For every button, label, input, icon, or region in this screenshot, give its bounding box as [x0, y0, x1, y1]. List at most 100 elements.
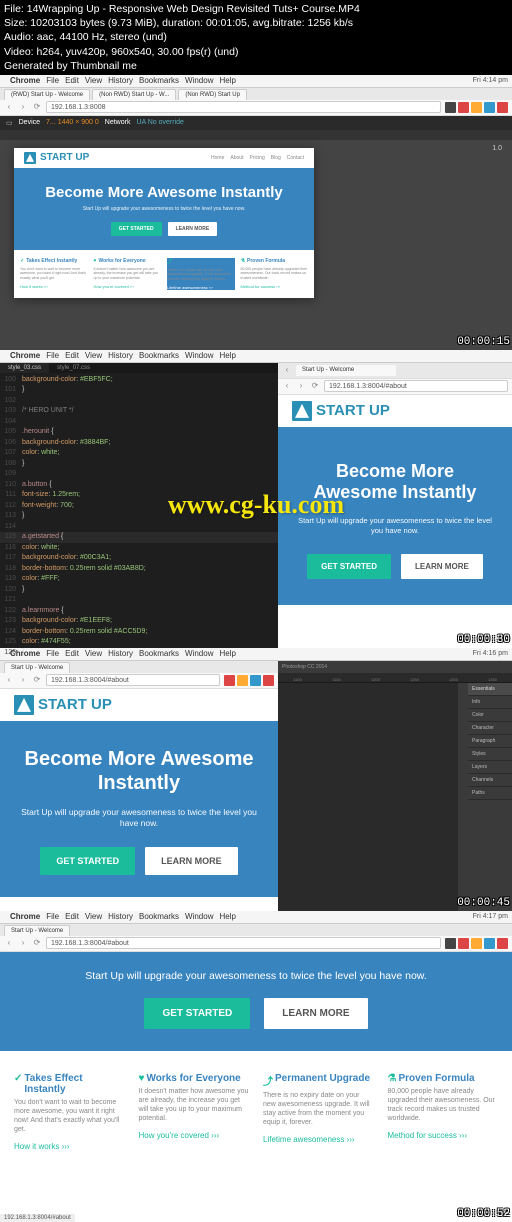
forward-icon[interactable]: › [296, 381, 306, 391]
ps-panel[interactable]: Layers [468, 761, 512, 774]
menu-edit[interactable]: Edit [65, 351, 79, 360]
back-icon[interactable]: ‹ [4, 102, 14, 112]
ext-icon[interactable] [237, 675, 248, 686]
menu-view[interactable]: View [85, 76, 102, 85]
nav-home[interactable]: Home [211, 155, 224, 161]
nav-about[interactable]: About [230, 155, 243, 161]
feature-link[interactable]: How you're covered ››› [139, 1131, 250, 1140]
forward-icon[interactable]: › [18, 938, 28, 948]
ext-icon[interactable] [484, 938, 495, 949]
get-started-button[interactable]: GET STARTED [40, 847, 135, 875]
devtools-device[interactable]: Device [19, 119, 40, 126]
menu-bookmarks[interactable]: Bookmarks [139, 351, 179, 360]
ext-icon[interactable] [497, 938, 508, 949]
menu-window[interactable]: Window [185, 351, 213, 360]
menu-file[interactable]: File [46, 351, 59, 360]
browser-tab[interactable]: (Non RWD) Start Up [178, 89, 247, 100]
address-bar[interactable]: 192.168.1.3:8004/#about [324, 380, 508, 392]
menu-history[interactable]: History [108, 912, 133, 921]
menu-help[interactable]: Help [219, 912, 235, 921]
browser-tab[interactable]: (Non RWD) Start Up - W... [92, 89, 176, 100]
browser-tab[interactable]: Start Up - Welcome [296, 365, 396, 376]
ps-panel[interactable]: Essentials [468, 683, 512, 696]
ps-panel[interactable]: Channels [468, 774, 512, 787]
site-logo[interactable]: START UP [24, 152, 89, 164]
ext-icon[interactable] [445, 938, 456, 949]
feature-link[interactable]: Lifetime awesomeness ››› [263, 1135, 374, 1144]
feature-link[interactable]: How you're covered ››› [94, 284, 162, 289]
ext-icon[interactable] [471, 102, 482, 113]
ps-panel[interactable]: Paths [468, 787, 512, 800]
zoom-level[interactable]: 1.0 [486, 144, 508, 153]
device-icon[interactable]: ▭ [6, 119, 13, 127]
ps-tools[interactable] [458, 683, 468, 911]
reload-icon[interactable]: ⟳ [310, 381, 320, 391]
learn-more-button[interactable]: LEARN MORE [401, 554, 483, 579]
nav-contact[interactable]: Contact [287, 155, 304, 161]
app-name[interactable]: Chrome [10, 76, 40, 85]
menu-history[interactable]: History [108, 351, 133, 360]
learn-more-button[interactable]: LEARN MORE [145, 847, 238, 875]
ext-icon[interactable] [458, 938, 469, 949]
address-bar[interactable]: 192.168.1.3:8008 [46, 101, 441, 113]
feature-link[interactable]: Method for success ››› [241, 284, 309, 289]
forward-icon[interactable]: › [18, 102, 28, 112]
ext-icon[interactable] [263, 675, 274, 686]
devtools-net[interactable]: Network [105, 119, 131, 126]
feature-link[interactable]: How it works ››› [14, 1142, 125, 1151]
nav-blog[interactable]: Blog [271, 155, 281, 161]
menu-view[interactable]: View [85, 912, 102, 921]
site-logo[interactable]: START UP [14, 695, 112, 715]
menu-edit[interactable]: Edit [65, 76, 79, 85]
ext-icon[interactable] [224, 675, 235, 686]
menu-window[interactable]: Window [185, 912, 213, 921]
browser-tab[interactable]: Start Up - Welcome [4, 662, 70, 673]
menu-window[interactable]: Window [185, 76, 213, 85]
editor-tab[interactable]: style_03.css [0, 363, 49, 373]
learn-more-button[interactable]: LEARN MORE [168, 222, 218, 236]
browser-tab[interactable]: (RWD) Start Up - Welcome [4, 89, 90, 100]
site-logo[interactable]: START UP [292, 401, 390, 421]
menu-edit[interactable]: Edit [65, 912, 79, 921]
menu-history[interactable]: History [108, 76, 133, 85]
app-name[interactable]: Chrome [10, 912, 40, 921]
ps-panel[interactable]: Character [468, 722, 512, 735]
browser-tab[interactable]: Start Up - Welcome [4, 925, 70, 936]
nav-pricing[interactable]: Pricing [249, 155, 264, 161]
ps-panel[interactable]: Info [468, 696, 512, 709]
back-icon[interactable]: ‹ [4, 938, 14, 948]
ext-icon[interactable] [458, 102, 469, 113]
address-bar[interactable]: 192.168.1.3:8004/#about [46, 937, 441, 949]
menu-view[interactable]: View [85, 351, 102, 360]
ext-icon[interactable] [497, 102, 508, 113]
app-name[interactable]: Chrome [10, 351, 40, 360]
menu-help[interactable]: Help [219, 351, 235, 360]
feature-link[interactable]: How it works ››› [20, 284, 88, 289]
ext-icon[interactable] [250, 675, 261, 686]
menu-file[interactable]: File [46, 76, 59, 85]
menu-help[interactable]: Help [219, 76, 235, 85]
menu-bookmarks[interactable]: Bookmarks [139, 76, 179, 85]
editor-tab[interactable]: style_07.css [49, 363, 98, 373]
back-icon[interactable]: ‹ [4, 675, 14, 685]
ps-panel[interactable]: Styles [468, 748, 512, 761]
ps-panel[interactable]: Color [468, 709, 512, 722]
get-started-button[interactable]: GET STARTED [111, 222, 162, 236]
feature-link[interactable]: Lifetime awesomeness ››› [167, 285, 235, 290]
ext-icon[interactable] [484, 102, 495, 113]
ext-icon[interactable] [445, 102, 456, 113]
ext-icon[interactable] [471, 938, 482, 949]
devtools-ua[interactable]: UA No override [136, 119, 183, 126]
back-icon[interactable]: ‹ [282, 365, 292, 375]
get-started-button[interactable]: GET STARTED [144, 998, 250, 1029]
reload-icon[interactable]: ⟳ [32, 938, 42, 948]
menu-bookmarks[interactable]: Bookmarks [139, 912, 179, 921]
reload-icon[interactable]: ⟳ [32, 675, 42, 685]
reload-icon[interactable]: ⟳ [32, 102, 42, 112]
ps-panel[interactable]: Paragraph [468, 735, 512, 748]
get-started-button[interactable]: GET STARTED [307, 554, 391, 579]
learn-more-button[interactable]: LEARN MORE [264, 998, 367, 1029]
back-icon[interactable]: ‹ [282, 381, 292, 391]
menu-file[interactable]: File [46, 912, 59, 921]
forward-icon[interactable]: › [18, 675, 28, 685]
